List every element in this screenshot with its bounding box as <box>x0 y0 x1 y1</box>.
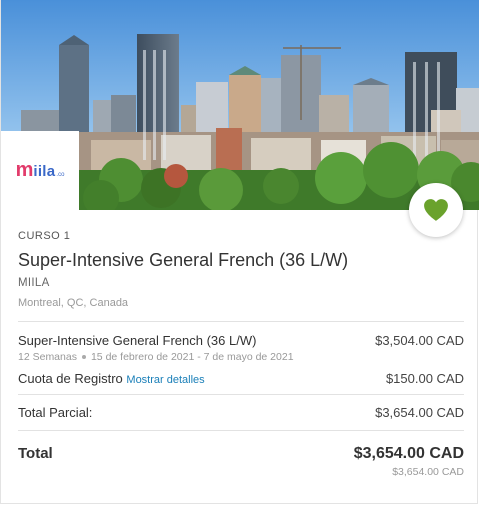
course-line-item: Super-Intensive General French (36 L/W) … <box>18 333 464 363</box>
total-value: $3,654.00 CAD <box>353 445 464 462</box>
school-logo: m iila .co <box>1 131 79 210</box>
subtotal-row: Total Parcial: $3,654.00 CAD <box>18 405 464 420</box>
divider <box>18 394 464 395</box>
course-line-price: $3,504.00 CAD <box>375 333 464 348</box>
school-name: MIILA <box>18 277 50 289</box>
course-dates: 15 de febrero de 2021 - 7 de mayo de 202… <box>90 351 294 363</box>
subtotal-label: Total Parcial: <box>18 405 93 420</box>
course-line-label: Super-Intensive General French (36 L/W) <box>18 333 257 348</box>
total-row: Total $3,654.00 CAD <box>18 445 464 463</box>
registration-fee-line: Cuota de Registro Mostrar detalles $150.… <box>18 371 464 386</box>
total-secondary-value: $3,654.00 CAD <box>392 466 464 478</box>
course-details: CURSO 1 Super-Intensive General French (… <box>18 222 464 478</box>
logo-wordmark: iila <box>33 163 56 180</box>
divider <box>18 430 464 431</box>
course-duration-dates: 12 Semanas 15 de febrero de 2021 - 7 de m… <box>18 351 464 363</box>
course-title: Super-Intensive General French (36 L/W) <box>18 250 349 270</box>
heart-icon <box>424 199 448 221</box>
divider <box>18 321 464 322</box>
separator-dot <box>81 355 86 360</box>
subtotal-value: $3,654.00 CAD <box>375 405 464 420</box>
course-number: CURSO 1 <box>18 230 71 242</box>
fee-label: Cuota de Registro <box>18 371 123 386</box>
total-label: Total <box>18 445 53 462</box>
show-details-link[interactable]: Mostrar detalles <box>126 374 204 386</box>
course-card: m iila .co CURSO 1 Super-Intensive Gener… <box>0 0 479 504</box>
logo-tld: .co <box>56 172 65 178</box>
logo-mark: m <box>15 159 34 181</box>
course-duration: 12 Semanas <box>18 351 77 363</box>
school-location: Montreal, QC, Canada <box>18 297 129 309</box>
city-hero-image: m iila .co <box>1 0 479 210</box>
fee-price: $150.00 CAD <box>385 371 464 386</box>
